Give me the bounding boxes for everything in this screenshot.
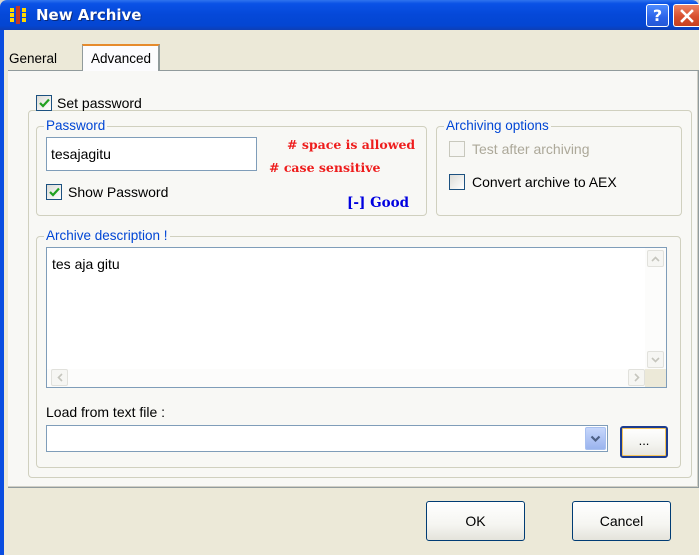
password-strength: [-] Good [347, 195, 410, 211]
tab-advanced[interactable]: Advanced [82, 44, 161, 71]
tab-general[interactable]: General [7, 46, 59, 70]
cancel-button[interactable]: Cancel [572, 501, 671, 541]
scrollbar-corner [645, 369, 666, 387]
hint-case-sensitive: # case sensitive [269, 160, 381, 175]
archive-description-area: tes aja gitu [46, 247, 667, 388]
show-password-checkbox[interactable] [46, 184, 62, 200]
chevron-left-icon [56, 373, 63, 382]
password-input[interactable] [46, 137, 257, 171]
scroll-up-button[interactable] [647, 250, 664, 267]
ok-button[interactable]: OK [426, 501, 525, 541]
combobox-dropdown-button[interactable] [585, 427, 606, 450]
password-group-label: Password [44, 118, 108, 133]
load-from-file-label: Load from text file : [46, 404, 166, 420]
test-after-archiving-label: Test after archiving [472, 141, 590, 157]
archive-description-label: Archive description ! [44, 228, 170, 243]
scroll-left-button[interactable] [51, 369, 68, 386]
checkmark-icon [49, 187, 60, 197]
show-password-label[interactable]: Show Password [68, 184, 168, 200]
archiving-options-group: Archiving options [436, 118, 682, 216]
test-after-archiving-checkbox[interactable] [449, 141, 465, 157]
chevron-up-icon [651, 255, 660, 262]
archiving-options-label: Archiving options [444, 118, 551, 133]
browse-button[interactable]: ... [620, 426, 668, 458]
horizontal-scrollbar[interactable] [47, 369, 647, 387]
close-button[interactable] [673, 4, 699, 27]
scroll-right-button[interactable] [628, 369, 645, 386]
help-button[interactable]: ? [646, 4, 669, 27]
load-file-combobox[interactable] [46, 425, 608, 452]
window-title: New Archive [36, 6, 142, 24]
convert-aex-label[interactable]: Convert archive to AEX [472, 174, 617, 190]
hint-space-allowed: # space is allowed [287, 137, 416, 152]
checkmark-icon [39, 98, 50, 108]
close-icon [679, 8, 694, 23]
title-bar[interactable]: New Archive ? [0, 0, 699, 30]
set-password-label[interactable]: Set password [57, 95, 142, 111]
set-password-checkbox[interactable] [36, 95, 52, 111]
help-icon: ? [652, 6, 663, 25]
scroll-down-button[interactable] [647, 351, 664, 368]
archive-app-icon [10, 6, 26, 24]
chevron-down-icon [590, 435, 601, 442]
vertical-scrollbar[interactable] [645, 248, 666, 370]
chevron-down-icon [651, 356, 660, 363]
chevron-right-icon [633, 373, 640, 382]
convert-aex-checkbox[interactable] [449, 174, 465, 190]
archive-description-input[interactable]: tes aja gitu [47, 248, 643, 370]
